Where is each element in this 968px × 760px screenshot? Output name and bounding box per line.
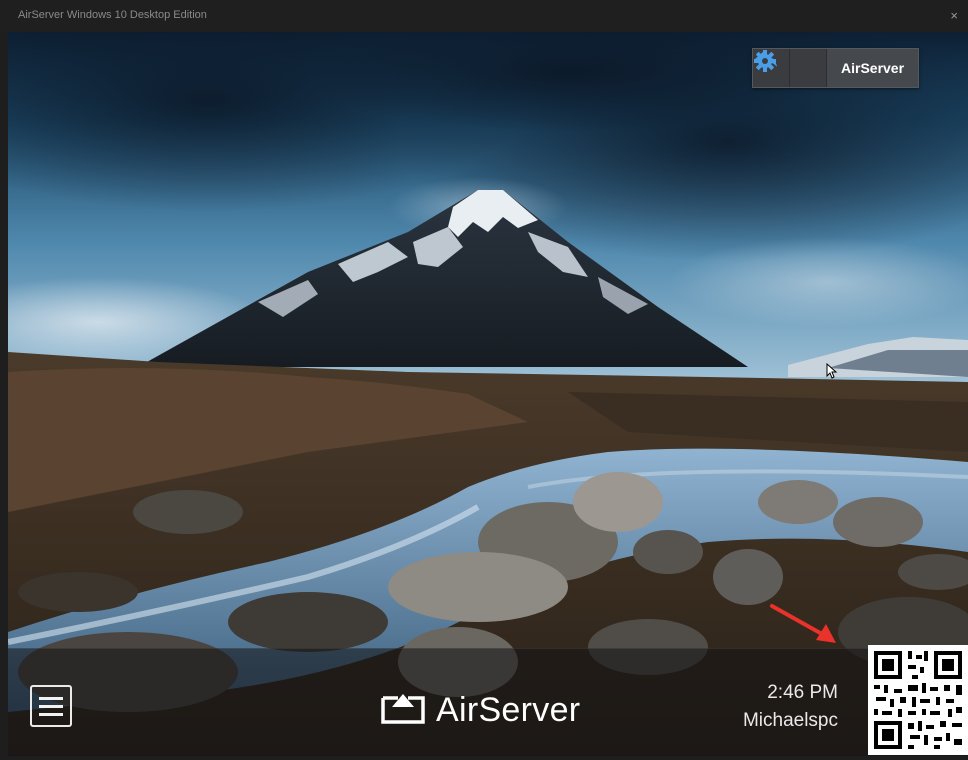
brand-name: AirServer (436, 690, 581, 729)
qr-code-icon[interactable] (868, 645, 968, 755)
clock-time: 2:46 PM (767, 682, 838, 703)
bottom-status-bar: AirServer 2:46 PM Michaelspc (8, 648, 968, 756)
window-titlebar: AirServer Windows 10 Desktop Edition × (0, 0, 968, 32)
wallpaper: AirServer (8, 32, 968, 755)
gear-icon[interactable] (754, 49, 826, 87)
airserver-logo: AirServer (380, 687, 580, 733)
window-title: AirServer Windows 10 Desktop Edition (18, 9, 207, 21)
close-icon[interactable]: × (950, 8, 958, 23)
computer-name: Michaelspc (742, 710, 838, 731)
menu-line (39, 704, 63, 708)
menu-line (39, 712, 63, 716)
hamburger-menu-icon[interactable] (30, 685, 72, 727)
mountain-river-image (8, 32, 968, 755)
status-info: 2:46 PM Michaelspc (743, 679, 838, 735)
airserver-toolbar: AirServer (752, 48, 920, 88)
mouse-cursor-icon (826, 363, 838, 379)
airserver-menu-button[interactable]: AirServer (826, 49, 919, 87)
menu-line (39, 696, 63, 700)
airplay-icon (381, 694, 425, 724)
